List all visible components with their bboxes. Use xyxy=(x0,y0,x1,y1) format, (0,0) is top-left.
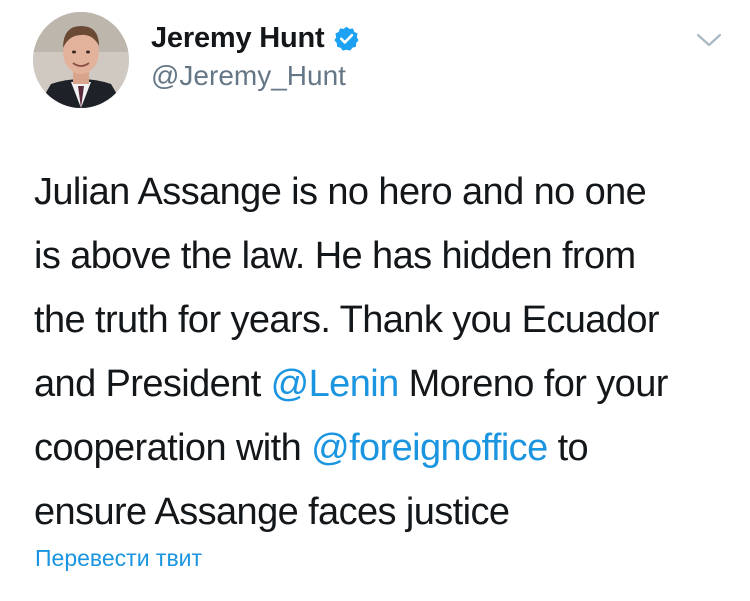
translate-tweet-link[interactable]: Перевести твит xyxy=(35,545,202,572)
tweet-text-line: cooperation with @foreignoffice to xyxy=(34,416,734,480)
tweet-text-segment: is above the law. He has hidden from xyxy=(34,235,636,277)
mention-link[interactable]: @Lenin xyxy=(271,363,400,405)
tweet-text-segment: Moreno for your xyxy=(398,363,669,405)
tweet-text-line: is above the law. He has hidden from xyxy=(34,224,734,288)
tweet-card: Jeremy Hunt @Jeremy_Hunt Julian Assange … xyxy=(0,0,750,601)
tweet-text-segment: to xyxy=(547,427,589,469)
mention-link[interactable]: @foreignoffice xyxy=(311,427,548,469)
name-row: Jeremy Hunt xyxy=(151,18,360,58)
tweet-text-line: and President @Lenin Moreno for your xyxy=(34,352,734,416)
tweet-text-line: ensure Assange faces justice xyxy=(34,480,734,544)
tweet-text-segment: cooperation with xyxy=(34,427,312,469)
profile-photo xyxy=(33,12,129,108)
chevron-down-icon[interactable] xyxy=(694,28,724,52)
handle[interactable]: @Jeremy_Hunt xyxy=(151,60,360,92)
display-name[interactable]: Jeremy Hunt xyxy=(151,22,325,55)
avatar[interactable] xyxy=(33,12,129,108)
author-block: Jeremy Hunt @Jeremy_Hunt xyxy=(151,18,360,92)
tweet-text-segment: ensure Assange faces justice xyxy=(34,491,510,533)
tweet-text-line: the truth for years. Thank you Ecuador xyxy=(34,288,734,352)
tweet-text-line: Julian Assange is no hero and no one xyxy=(34,160,734,224)
tweet-text-segment: and President xyxy=(34,363,271,405)
tweet-text-segment: Julian Assange is no hero and no one xyxy=(34,171,647,213)
tweet-text: Julian Assange is no hero and no one is a… xyxy=(34,160,734,544)
tweet-text-segment: the truth for years. Thank you Ecuador xyxy=(34,299,660,341)
verified-badge-icon xyxy=(333,25,360,52)
